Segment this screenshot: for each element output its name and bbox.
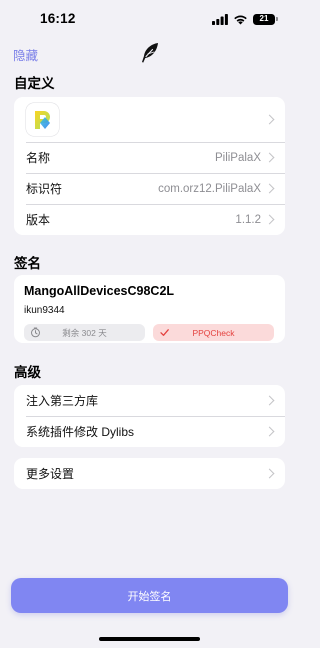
chevron-right-icon bbox=[264, 152, 275, 162]
home-indicator bbox=[99, 637, 200, 641]
start-signing-button[interactable]: 开始签名 bbox=[11, 578, 288, 613]
name-label: 名称 bbox=[26, 151, 51, 165]
feather-logo-icon bbox=[142, 43, 158, 63]
version-value: 1.1.2 bbox=[235, 213, 261, 226]
certificate-check-badge: PPQCheck bbox=[153, 324, 274, 341]
status-time: 16:12 bbox=[40, 11, 76, 26]
section-title-signature: 签名 bbox=[14, 256, 41, 271]
hide-button[interactable]: 隐藏 bbox=[13, 45, 38, 64]
identifier-row[interactable]: 标识符 com.orz12.PiliPalaX bbox=[14, 173, 285, 204]
dylibs-label: 系统插件修改 Dylibs bbox=[26, 425, 135, 439]
cellular-signal-icon bbox=[212, 13, 228, 25]
name-row[interactable]: 名称 PiliPalaX bbox=[14, 142, 285, 173]
inject-library-label: 注入第三方库 bbox=[26, 394, 99, 408]
timer-icon bbox=[31, 327, 40, 338]
chevron-right-icon bbox=[264, 114, 275, 124]
battery-icon: 21 bbox=[253, 13, 278, 25]
more-settings-label: 更多设置 bbox=[26, 467, 75, 481]
chevron-right-icon bbox=[264, 468, 275, 478]
custom-card: 名称 PiliPalaX 标识符 com.orz12.PiliPalaX 版本 … bbox=[14, 97, 285, 235]
checkmark-icon bbox=[160, 329, 169, 336]
account-name: ikun9344 bbox=[24, 305, 65, 316]
remaining-days-badge: 剩余 302 天 bbox=[24, 324, 145, 341]
dylibs-row[interactable]: 系统插件修改 Dylibs bbox=[14, 416, 285, 447]
more-settings-card: 更多设置 bbox=[14, 458, 285, 489]
chevron-right-icon bbox=[264, 183, 275, 193]
chevron-right-icon bbox=[264, 214, 275, 224]
more-settings-row[interactable]: 更多设置 bbox=[14, 458, 285, 489]
name-value: PiliPalaX bbox=[214, 151, 261, 164]
wifi-icon bbox=[234, 15, 247, 24]
certificate-name: MangoAllDevicesC98C2L bbox=[24, 284, 175, 298]
remaining-days-text: 剩余 302 天 bbox=[62, 327, 107, 338]
status-bar: 16:12 21 bbox=[0, 0, 299, 38]
certificate-check-text: PPQCheck bbox=[192, 327, 235, 338]
chevron-right-icon bbox=[264, 395, 275, 405]
version-row[interactable]: 版本 1.1.2 bbox=[14, 204, 285, 235]
signature-card[interactable]: MangoAllDevicesC98C2L ikun9344 剩余 302 天 … bbox=[14, 275, 285, 343]
app-icon-row[interactable] bbox=[14, 97, 285, 142]
chevron-right-icon bbox=[264, 426, 275, 436]
inject-library-row[interactable]: 注入第三方库 bbox=[14, 385, 285, 416]
pilipala-app-icon bbox=[26, 103, 59, 136]
status-icons: 21 bbox=[212, 13, 278, 25]
section-title-custom: 自定义 bbox=[14, 76, 55, 91]
version-label: 版本 bbox=[26, 213, 51, 227]
section-title-advanced: 高级 bbox=[14, 365, 41, 380]
advanced-card: 注入第三方库 系统插件修改 Dylibs bbox=[14, 385, 285, 447]
identifier-label: 标识符 bbox=[26, 182, 63, 196]
identifier-value: com.orz12.PiliPalaX bbox=[158, 182, 261, 195]
